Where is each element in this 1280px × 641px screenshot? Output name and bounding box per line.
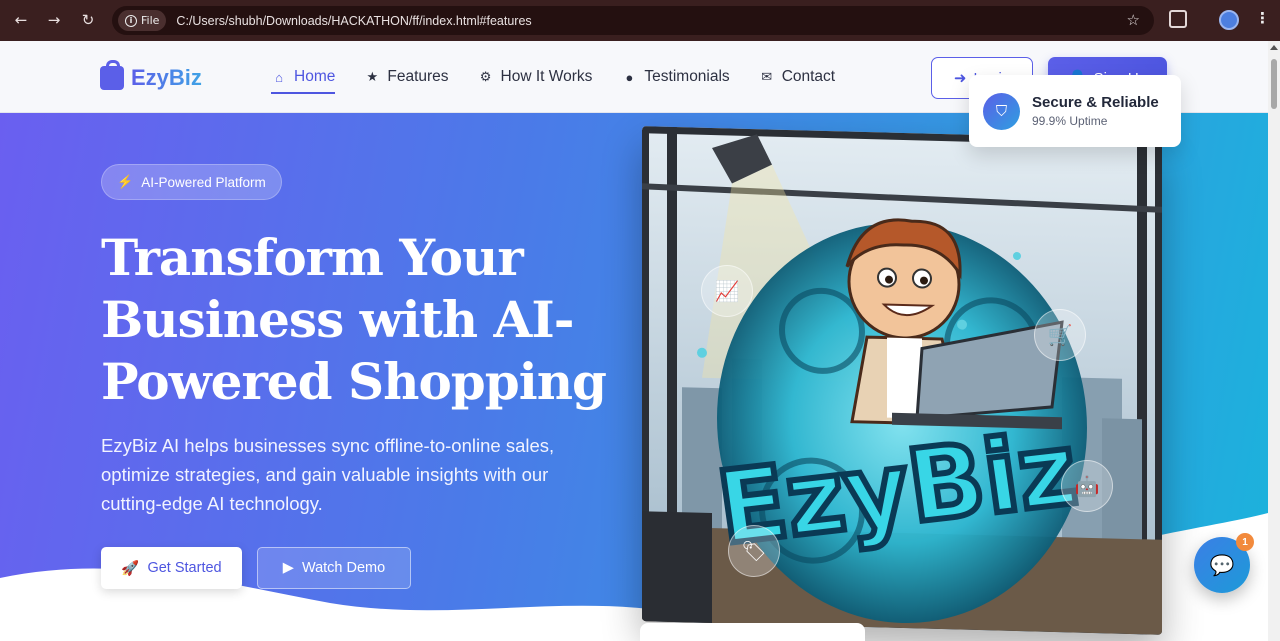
info-icon: i <box>125 14 137 27</box>
shopping-cart-icon: 🛒 <box>1034 309 1086 361</box>
nav-contact[interactable]: ✉ Contact <box>759 68 835 86</box>
illustration-frame: EzyBiz <box>642 126 1162 635</box>
uptime-text: 99.9% Uptime <box>1032 114 1108 128</box>
shopping-bag-icon <box>100 60 124 90</box>
secure-title: Secure & Reliable <box>1032 94 1159 111</box>
extensions-icon[interactable] <box>1169 10 1187 28</box>
chat-notification-badge: 1 <box>1236 533 1254 551</box>
comment-icon: ● <box>625 69 634 85</box>
logo[interactable]: EzyBiz <box>100 60 202 91</box>
browser-toolbar: ← → ↻ i File C:/Users/shubh/Downloads/HA… <box>0 0 1280 41</box>
site-info-chip[interactable]: i File <box>118 10 167 31</box>
envelope-icon: ✉ <box>761 69 773 84</box>
headline-line-2: Business with AI- <box>101 290 574 349</box>
hero-illustration: EzyBiz <box>642 126 1162 640</box>
bookmark-star-icon[interactable]: ☆ <box>1127 11 1140 29</box>
nav-testimonials-label: Testimonials <box>644 68 730 85</box>
robot-icon: 🤖 <box>1061 460 1113 512</box>
address-bar[interactable]: i File C:/Users/shubh/Downloads/HACKATHO… <box>112 6 1154 35</box>
scroll-up-arrow-icon[interactable] <box>1270 45 1278 50</box>
stat-card <box>640 623 865 641</box>
star-icon: ★ <box>366 69 379 84</box>
reload-icon[interactable]: ↻ <box>77 9 99 31</box>
main-nav: ⌂ Home ★ Features ⚙ How It Works ● Testi… <box>271 68 835 94</box>
headline-line-1: Transform Your <box>101 228 524 287</box>
nav-contact-label: Contact <box>781 68 836 85</box>
page-scrollbar[interactable] <box>1268 41 1280 641</box>
chat-bubble-icon: 💬 <box>1209 553 1235 577</box>
hero-section: ⚡ AI-Powered Platform Transform Your Bus… <box>0 113 1268 641</box>
get-started-label: Get Started <box>147 560 222 576</box>
nav-how-it-works[interactable]: ⚙ How It Works <box>478 68 593 86</box>
nav-testimonials[interactable]: ● Testimonials <box>621 68 729 86</box>
web-page: EzyBiz ⌂ Home ★ Features ⚙ How It Works … <box>0 41 1280 641</box>
forward-arrow-icon[interactable]: → <box>43 9 65 31</box>
nav-home[interactable]: ⌂ Home <box>271 68 336 94</box>
secure-reliable-card: ⛉ Secure & Reliable 99.9% Uptime <box>969 75 1181 147</box>
brand-name: EzyBiz <box>131 65 202 90</box>
file-label: File <box>141 14 160 27</box>
gears-icon: ⚙ <box>479 69 492 84</box>
badge-label: AI-Powered Platform <box>141 174 266 190</box>
url-text[interactable]: C:/Users/shubh/Downloads/HACKATHON/ff/in… <box>176 14 531 28</box>
hero-subtitle: EzyBiz AI helps businesses sync offline-… <box>101 435 555 514</box>
nav-how-label: How It Works <box>500 68 593 85</box>
stat-value: 98% <box>232 625 289 641</box>
chart-line-icon: 📈 <box>701 265 753 317</box>
watch-demo-label: Watch Demo <box>301 560 386 576</box>
scroll-thumb[interactable] <box>1271 59 1277 109</box>
hero-headline: Transform Your Business with AI- Powered… <box>101 227 621 413</box>
shield-icon: ⛉ <box>983 92 1020 130</box>
profile-avatar[interactable] <box>1219 10 1239 30</box>
bolt-icon: ⚡ <box>117 174 134 189</box>
watch-demo-button[interactable]: ▶ Watch Demo <box>257 547 411 589</box>
rocket-icon: 🚀 <box>121 560 140 577</box>
cartoon-illustration: EzyBiz <box>642 126 1162 635</box>
headline-line-3: Powered Shopping <box>101 352 607 411</box>
sign-in-icon: ➜ <box>953 70 967 87</box>
back-arrow-icon[interactable]: ← <box>10 9 32 31</box>
nav-home-label: Home <box>294 68 336 85</box>
home-icon: ⌂ <box>275 69 283 85</box>
get-started-button[interactable]: 🚀 Get Started <box>101 547 242 589</box>
nav-features-label: Features <box>387 68 449 85</box>
nav-features[interactable]: ★ Features <box>364 68 449 86</box>
tags-icon: 🏷 <box>728 525 780 577</box>
play-circle-icon: ▶ <box>282 560 294 576</box>
browser-menu-icon[interactable]: ⋮ <box>1255 9 1270 27</box>
platform-badge: ⚡ AI-Powered Platform <box>101 164 282 200</box>
